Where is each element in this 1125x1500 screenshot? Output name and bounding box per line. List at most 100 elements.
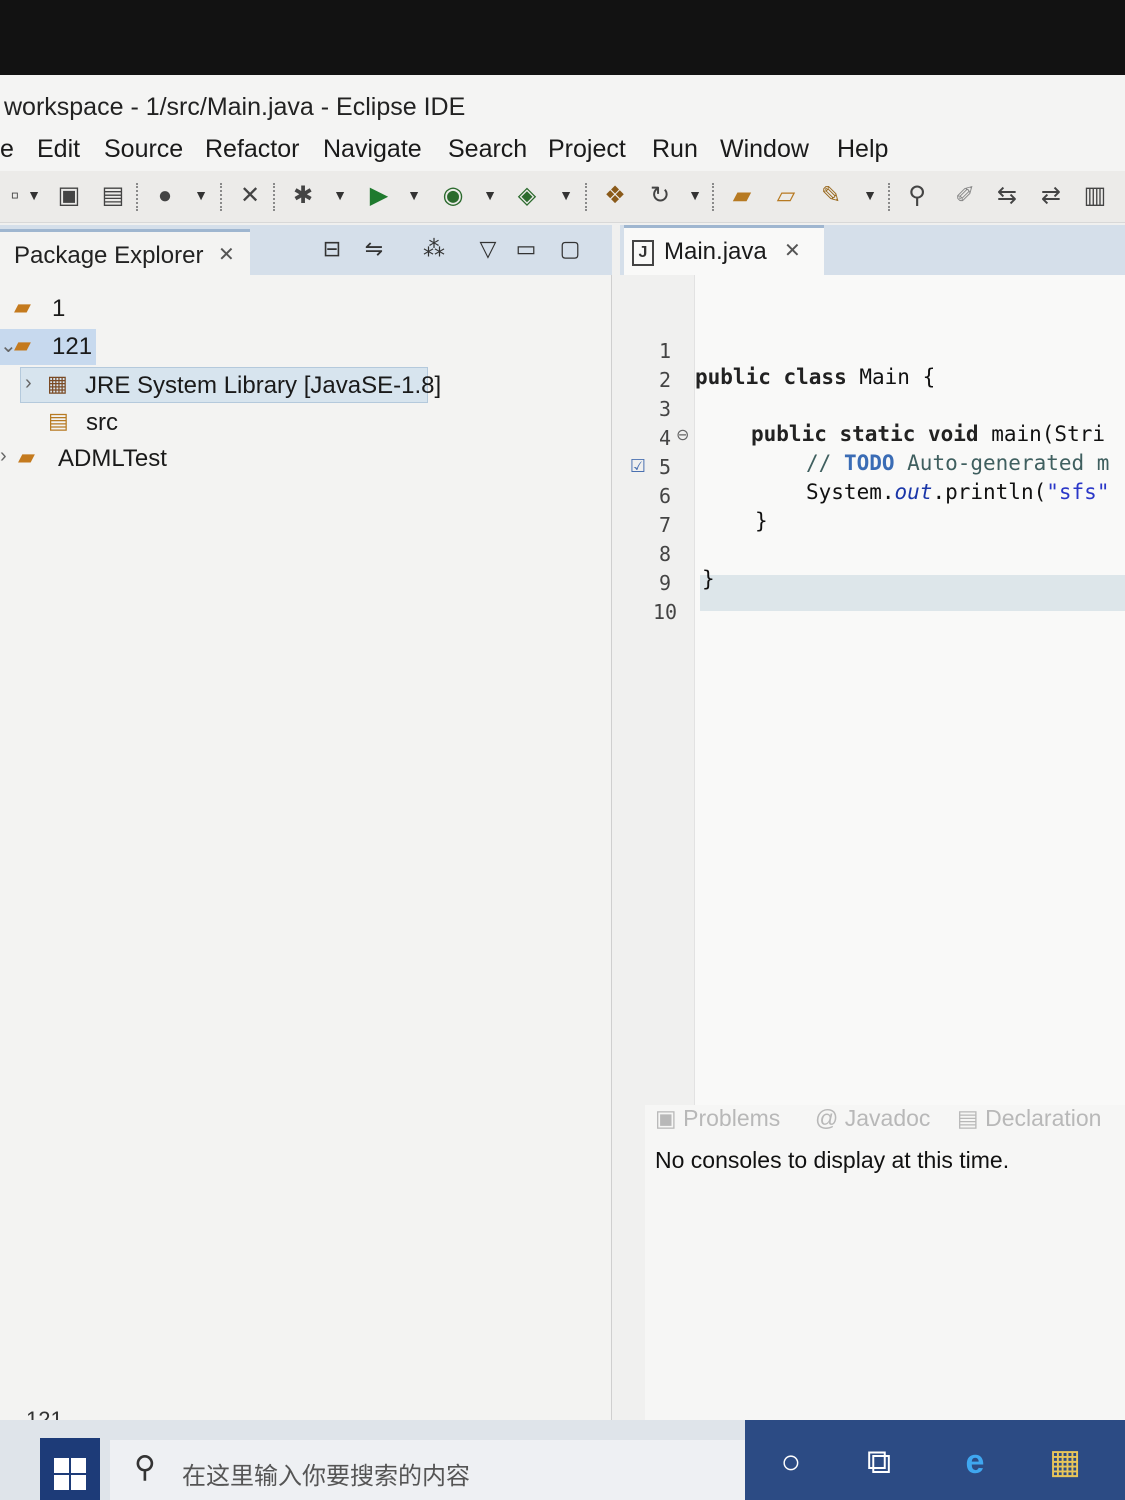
search-icon[interactable]: ⚲ (902, 181, 932, 211)
external-dropdown-icon[interactable]: ▼ (558, 183, 574, 207)
refresh-icon[interactable]: ↻ (645, 181, 675, 211)
tree-item-admltest[interactable]: › ▰ ADMLTest (0, 441, 200, 477)
line-number: 3 (658, 397, 672, 421)
pen-icon[interactable]: ✎ (816, 181, 846, 211)
console-message: No consoles to display at this time. (655, 1147, 1010, 1173)
code-editor: J Main.java ✕ 1 2 3 4 ⊖ ☑ 5 6 7 8 9 10 p… (620, 225, 1125, 1105)
view-icon[interactable]: ▥ (1080, 181, 1110, 211)
task-marker-icon: ☑ (629, 456, 647, 476)
line-number: 2 (658, 368, 672, 392)
line-number: 7 (658, 513, 672, 537)
project-error-icon: ▰ (18, 444, 35, 469)
menu-search[interactable]: Search (448, 135, 527, 164)
tree-item-project-1[interactable]: ▰ 1 (0, 291, 120, 327)
windows-taskbar: ⚲ 在这里输入你要搜索的内容 ○ ⧉ e ▦ (0, 1420, 1125, 1500)
monitor-bezel (0, 0, 1125, 75)
cortana-icon[interactable]: ○ (767, 1438, 815, 1486)
current-line-highlight (700, 575, 1125, 611)
run-dropdown-icon[interactable]: ▼ (406, 183, 422, 207)
minimize-icon[interactable]: ▭ (512, 235, 540, 263)
close-icon[interactable]: ✕ (218, 242, 235, 267)
package-explorer-panel: Package Explorer ✕ ⊟ ⇋ ⁂ ▽ ▭ ▢ ▰ 1 ⌄ ▰ 1… (0, 225, 612, 1420)
save-icon[interactable]: ▣ (54, 181, 84, 211)
menu-window[interactable]: Window (720, 135, 809, 164)
menu-run[interactable]: Run (652, 135, 698, 164)
menu-project[interactable]: Project (548, 135, 626, 164)
coverage-dropdown-icon[interactable]: ▼ (482, 183, 498, 207)
close-icon[interactable]: ✕ (784, 238, 801, 263)
menu-edit[interactable]: Edit (37, 135, 80, 164)
editor-tab-label: Main.java (664, 238, 767, 265)
status-bar-text: 121 (26, 1407, 63, 1420)
task-view-icon[interactable]: ⧉ (855, 1438, 903, 1486)
save-all-icon[interactable]: ▤ (98, 181, 128, 211)
collapse-all-icon[interactable]: ⊟ (318, 235, 346, 263)
previous-icon[interactable]: ⇆ (992, 181, 1022, 211)
profile-dropdown-icon[interactable]: ▼ (193, 183, 209, 207)
line-number: 9 (658, 571, 672, 595)
search-placeholder: 在这里输入你要搜索的内容 (182, 1463, 470, 1490)
start-button[interactable] (40, 1438, 100, 1500)
code-line-7[interactable]: } (755, 509, 768, 533)
marker-icon[interactable]: ✐ (950, 181, 980, 211)
project-folder-icon: ▰ (14, 332, 31, 357)
maximize-icon[interactable]: ▢ (556, 235, 584, 263)
taskbar-search[interactable]: ⚲ 在这里输入你要搜索的内容 (110, 1440, 750, 1500)
menu-source[interactable]: Source (104, 135, 183, 164)
chevron-right-icon[interactable]: › (25, 372, 32, 395)
editor-tab-bar: J Main.java ✕ (620, 225, 1125, 275)
open-type-icon[interactable]: ▰ (727, 181, 757, 211)
console-panel: ▣ Problems @ Javadoc ▤ Declaration No co… (645, 1105, 1125, 1420)
tab-declaration[interactable]: ▤ Declaration (957, 1105, 1101, 1132)
library-icon: ▦ (47, 371, 68, 396)
edge-icon[interactable]: e (951, 1438, 999, 1486)
next-icon[interactable]: ⇄ (1036, 181, 1066, 211)
menu-help[interactable]: Help (837, 135, 888, 164)
window-title: workspace - 1/src/Main.java - Eclipse ID… (4, 93, 466, 121)
skip-breakpoints-icon[interactable]: ✕ (235, 181, 265, 211)
view-menu-icon[interactable]: ▽ (474, 235, 502, 263)
windows-logo-icon (54, 1458, 86, 1490)
focus-icon[interactable]: ⁂ (420, 235, 448, 263)
java-file-icon: J (632, 240, 654, 266)
pen-dropdown-icon[interactable]: ▼ (862, 183, 878, 207)
tree-item-jre-library[interactable]: › ▦ JRE System Library [JavaSE-1.8] (20, 367, 441, 403)
open-folder-icon[interactable]: ▱ (771, 181, 801, 211)
menu-refactor[interactable]: Refactor (205, 135, 299, 164)
tab-javadoc[interactable]: @ Javadoc (815, 1105, 930, 1132)
tab-main-java[interactable]: J Main.java ✕ (624, 225, 824, 275)
main-toolbar: ▫ ▼ ▣ ▤ ● ▼ ✕ ✱ ▼ ▶ ▼ ◉ ▼ ◈ ▼ ❖ ↻ ▼ ▰ ▱ … (0, 171, 1125, 223)
menu-file[interactable]: e (0, 135, 14, 164)
title-bar: workspace - 1/src/Main.java - Eclipse ID… (0, 75, 1125, 127)
package-folder-icon: ▤ (48, 408, 69, 433)
menu-navigate[interactable]: Navigate (323, 135, 422, 164)
tab-problems[interactable]: ▣ Problems (655, 1105, 780, 1132)
package-explorer-title: Package Explorer (14, 242, 204, 269)
menu-bar: e Edit Source Refactor Navigate Search P… (0, 127, 1125, 171)
run-external-icon[interactable]: ◈ (512, 181, 542, 211)
code-line-4[interactable]: public static void main(Stri (751, 422, 1105, 446)
store-icon[interactable]: ▦ (1041, 1438, 1089, 1486)
link-editor-icon[interactable]: ⇋ (360, 235, 388, 263)
run-icon[interactable]: ▶ (364, 181, 394, 211)
chevron-right-icon[interactable]: › (0, 445, 7, 468)
fold-collapse-icon[interactable]: ⊖ (676, 425, 689, 445)
code-line-2[interactable]: public class Main { (695, 365, 935, 389)
code-line-6[interactable]: System.out.println("sfs" (806, 480, 1109, 504)
new-package-icon[interactable]: ❖ (600, 181, 630, 211)
package-explorer-tab[interactable]: Package Explorer ✕ (0, 229, 250, 275)
line-number: 1 (658, 339, 672, 363)
new-dropdown-icon[interactable]: ▼ (26, 183, 42, 207)
package-explorer-header: Package Explorer ✕ ⊟ ⇋ ⁂ ▽ ▭ ▢ (0, 225, 612, 275)
debug-icon[interactable]: ✱ (288, 181, 318, 211)
coverage-icon[interactable]: ◉ (438, 181, 468, 211)
code-line-9[interactable]: } (702, 567, 715, 591)
tree-item-src[interactable]: ▤ src (40, 405, 160, 441)
profile-icon[interactable]: ● (150, 181, 180, 211)
tree-item-project-121[interactable]: ⌄ ▰ 121 (0, 329, 96, 365)
refresh-dropdown-icon[interactable]: ▼ (687, 183, 703, 207)
project-folder-icon: ▰ (14, 294, 31, 319)
code-line-5[interactable]: // TODO Auto-generated m (806, 451, 1109, 475)
debug-dropdown-icon[interactable]: ▼ (332, 183, 348, 207)
taskbar-apps: ○ ⧉ e ▦ (745, 1420, 1125, 1500)
